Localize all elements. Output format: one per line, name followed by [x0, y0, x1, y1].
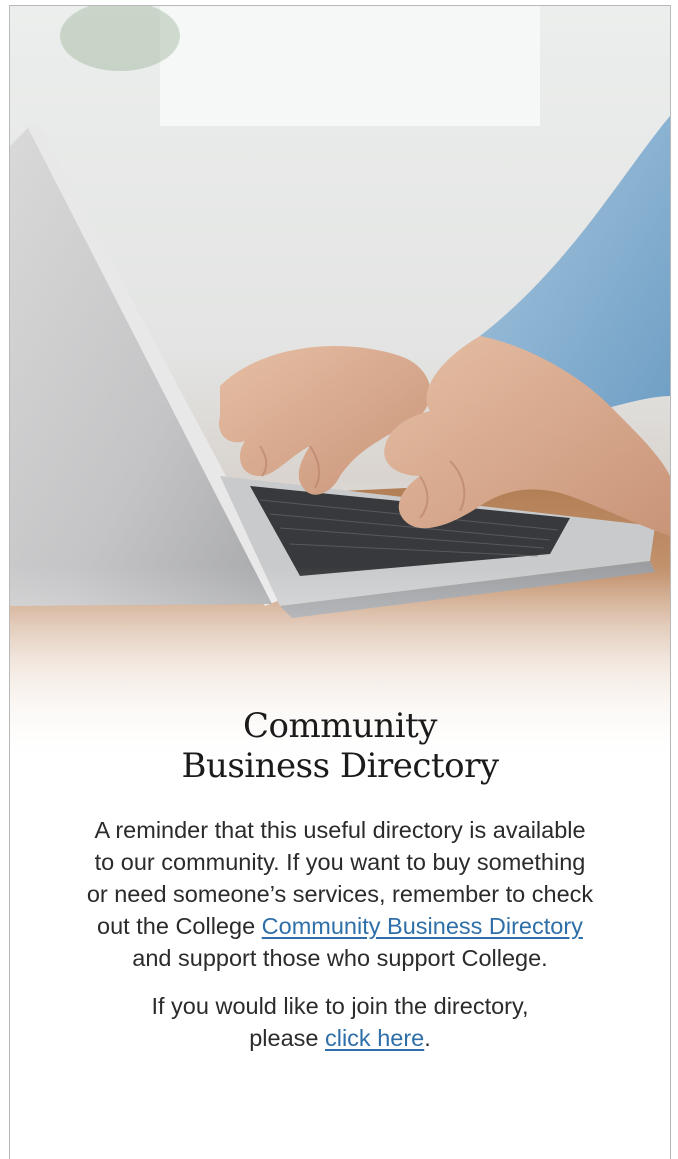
join-paragraph: If you would like to join the directory,…	[10, 990, 670, 1054]
para1-line-4: out the College Community Business Direc…	[10, 910, 670, 942]
newsletter-card: Community Business Directory A reminder …	[9, 5, 671, 1159]
article-title: Community Business Directory	[10, 706, 670, 786]
para1-line-1: A reminder that this useful directory is…	[94, 817, 586, 843]
para2-line-2-period: .	[424, 1025, 431, 1051]
hero-image	[10, 6, 670, 766]
para1-line-5: and support those who support College.	[132, 945, 548, 971]
title-line-2: Business Directory	[181, 746, 499, 786]
intro-paragraph: A reminder that this useful directory is…	[10, 814, 670, 974]
click-here-link[interactable]: click here	[325, 1025, 424, 1051]
para2-line-2-text: please	[249, 1025, 325, 1051]
para1-line-3: or need someone’s services, remember to …	[86, 881, 594, 907]
para2-line-2: please click here.	[10, 1022, 670, 1054]
para1-line-2: to our community. If you want to buy som…	[94, 849, 586, 875]
para2-line-1: If you would like to join the directory,	[151, 993, 529, 1019]
para1-line-4-text: out the College	[97, 913, 262, 939]
community-business-directory-link[interactable]: Community Business Directory	[262, 913, 583, 939]
article-content: Community Business Directory A reminder …	[10, 706, 670, 1054]
title-line-1: Community	[242, 706, 438, 746]
